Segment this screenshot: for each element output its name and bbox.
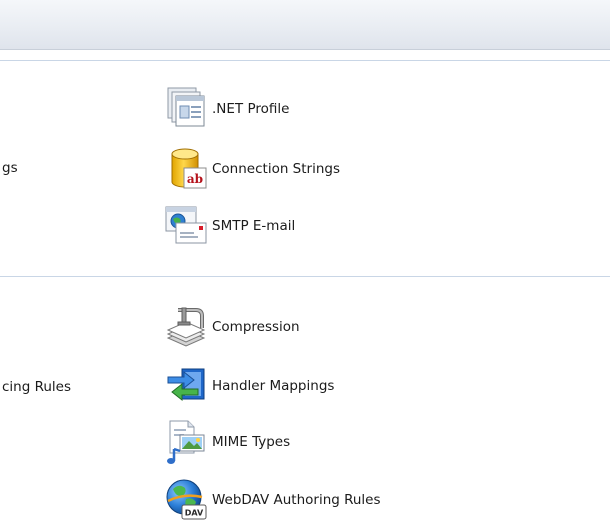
mime-document-icon (164, 419, 212, 465)
webdav-globe-icon: DAV (164, 477, 212, 523)
feature-mime-types[interactable]: MIME Types (164, 419, 290, 465)
group-item-label-truncated[interactable]: cing Rules (2, 378, 71, 396)
svg-text:ab: ab (187, 172, 203, 186)
features-view: gs cing Rules .NET Profile ab Connection… (0, 0, 610, 530)
arrows-mapping-icon (164, 363, 212, 409)
feature-net-profile[interactable]: .NET Profile (164, 86, 289, 132)
header-bar (0, 0, 610, 50)
database-ab-icon: ab (164, 146, 212, 192)
feature-label: .NET Profile (212, 101, 290, 117)
feature-label: Connection Strings (212, 161, 340, 177)
email-globe-icon (164, 203, 212, 249)
clamp-compression-icon (164, 304, 212, 350)
feature-label: WebDAV Authoring Rules (212, 492, 381, 508)
group-item-label-truncated[interactable]: gs (2, 159, 18, 177)
feature-smtp-email[interactable]: SMTP E-mail (164, 203, 295, 249)
group-separator (0, 60, 610, 61)
feature-compression[interactable]: Compression (164, 304, 300, 350)
group-separator (0, 276, 610, 277)
feature-webdav-authoring-rules[interactable]: DAV WebDAV Authoring Rules (164, 477, 381, 523)
feature-label: Compression (212, 319, 300, 335)
feature-handler-mappings[interactable]: Handler Mappings (164, 363, 334, 409)
feature-label: MIME Types (212, 434, 291, 450)
feature-label: Handler Mappings (212, 378, 335, 394)
net-profile-icon (164, 86, 212, 132)
feature-connection-strings[interactable]: ab Connection Strings (164, 146, 340, 192)
feature-label: SMTP E-mail (212, 218, 296, 234)
svg-text:DAV: DAV (185, 509, 204, 518)
